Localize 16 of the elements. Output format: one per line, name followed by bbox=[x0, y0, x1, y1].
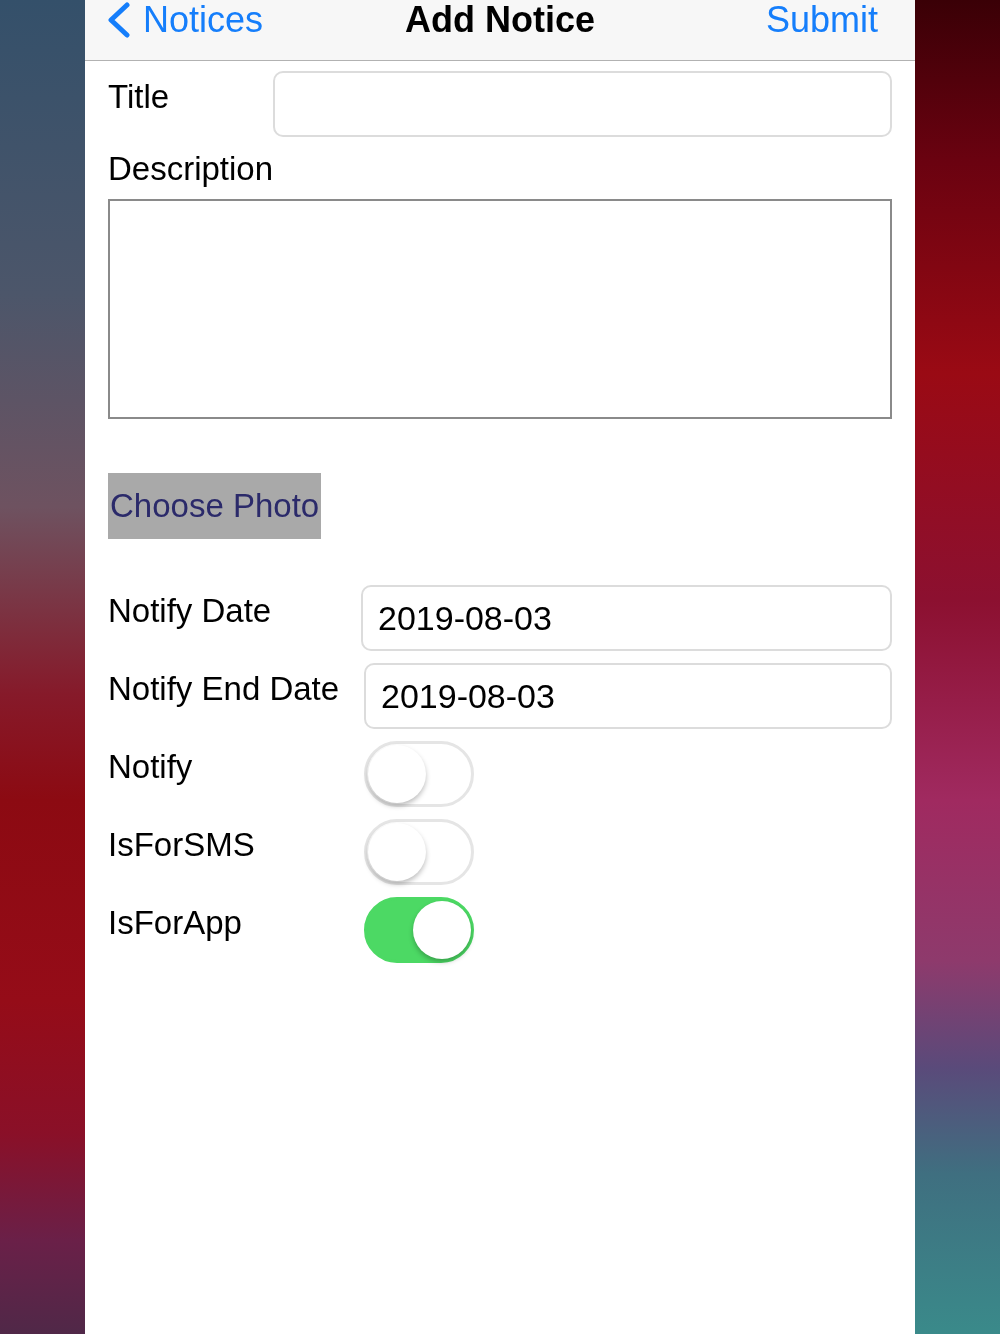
field-label: Description bbox=[108, 149, 275, 189]
date-field[interactable]: 2019-08-03 bbox=[361, 585, 892, 651]
screen-title: Add Notice bbox=[405, 0, 595, 40]
text-area[interactable] bbox=[108, 199, 892, 419]
field-label: Notify bbox=[108, 747, 194, 787]
toggle-switch[interactable] bbox=[364, 897, 474, 963]
field-label: Notify End Date bbox=[108, 669, 341, 709]
submit-button[interactable]: Submit bbox=[765, 0, 878, 40]
choose-photo-button[interactable]: Choose Photo bbox=[108, 473, 322, 539]
field-label: Notify Date bbox=[108, 591, 273, 631]
input-field[interactable] bbox=[273, 71, 892, 137]
field-label: IsForApp bbox=[108, 903, 243, 943]
back-button[interactable]: Notices bbox=[103, 0, 264, 40]
field-label: Title bbox=[108, 77, 171, 117]
date-field[interactable]: 2019-08-03 bbox=[364, 663, 892, 729]
field-label: IsForSMS bbox=[108, 825, 256, 865]
